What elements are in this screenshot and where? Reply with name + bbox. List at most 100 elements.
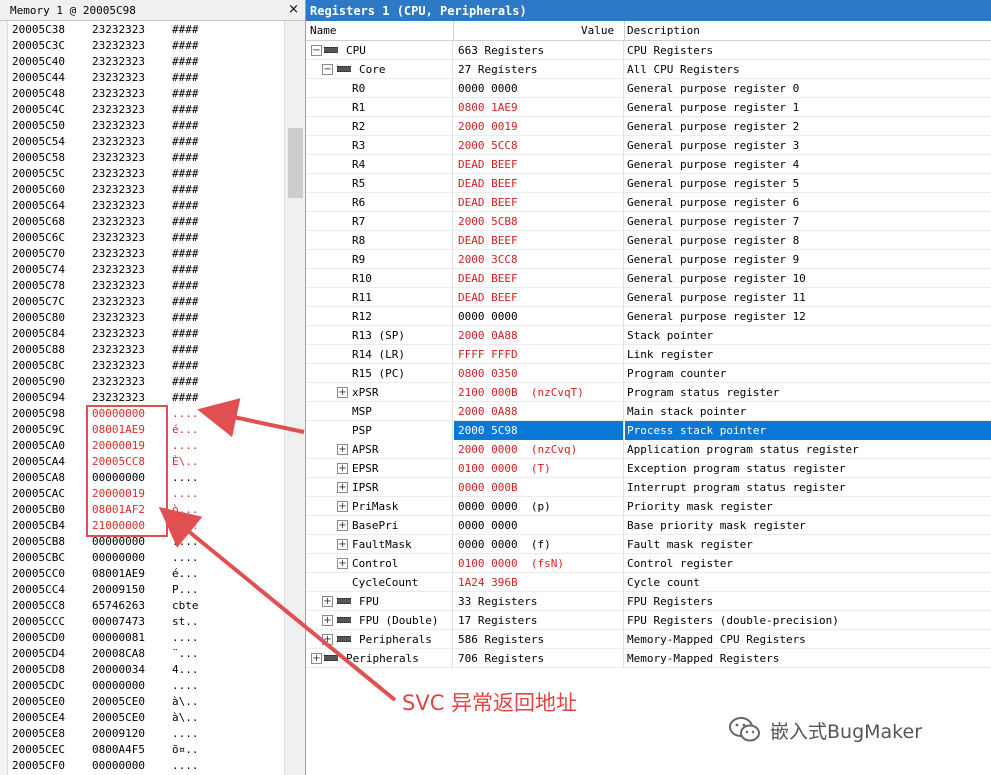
- register-value[interactable]: 0000 000B: [454, 478, 624, 497]
- register-value[interactable]: 0800 0350: [454, 364, 624, 383]
- register-value[interactable]: 1A24 396B: [454, 573, 624, 592]
- memory-row[interactable]: 20005CEC 0800A4F5 õ¤..: [8, 742, 284, 758]
- memory-value[interactable]: 23232323: [92, 70, 145, 86]
- register-value[interactable]: 2000 0A88: [454, 402, 624, 421]
- memory-row[interactable]: 20005C70 23232323 ####: [8, 246, 284, 262]
- memory-row[interactable]: 20005C68 23232323 ####: [8, 214, 284, 230]
- memory-row[interactable]: 20005C8C 23232323 ####: [8, 358, 284, 374]
- close-icon[interactable]: ×: [288, 2, 299, 18]
- memory-row[interactable]: 20005C3C 23232323 ####: [8, 38, 284, 54]
- register-row[interactable]: − CPU 663 Registers CPU Registers: [306, 41, 991, 60]
- memory-row[interactable]: 20005CC8 65746263 cbte: [8, 598, 284, 614]
- expand-icon[interactable]: +: [337, 539, 348, 550]
- memory-row[interactable]: 20005C5C 23232323 ####: [8, 166, 284, 182]
- register-value[interactable]: 2000 0019: [454, 117, 624, 136]
- register-value[interactable]: DEAD BEEF: [454, 155, 624, 174]
- memory-row[interactable]: 20005C6C 23232323 ####: [8, 230, 284, 246]
- expand-icon[interactable]: +: [337, 444, 348, 455]
- memory-row[interactable]: 20005C94 23232323 ####: [8, 390, 284, 406]
- memory-value[interactable]: 08001AE9: [92, 566, 145, 582]
- register-row[interactable]: R15 (PC) 0800 0350 Program counter: [306, 364, 991, 383]
- register-value[interactable]: 17 Registers: [454, 611, 624, 630]
- register-value[interactable]: 0100 0000 (T): [454, 459, 624, 478]
- memory-value[interactable]: 23232323: [92, 86, 145, 102]
- memory-row[interactable]: 20005C58 23232323 ####: [8, 150, 284, 166]
- memory-row[interactable]: 20005C60 23232323 ####: [8, 182, 284, 198]
- memory-value[interactable]: 23232323: [92, 310, 145, 326]
- memory-row[interactable]: 20005CF0 00000000....: [8, 758, 284, 774]
- register-value[interactable]: 2000 0A88: [454, 326, 624, 345]
- register-row[interactable]: + EPSR 0100 0000 (T) Exception program stat…: [306, 459, 991, 478]
- expand-icon[interactable]: +: [322, 596, 333, 607]
- memory-row[interactable]: 20005CBC 00000000....: [8, 550, 284, 566]
- column-header-name[interactable]: Name: [310, 21, 337, 41]
- memory-row[interactable]: 20005C48 23232323 ####: [8, 86, 284, 102]
- column-header-value[interactable]: Value: [581, 21, 614, 41]
- register-value[interactable]: 2000 0000 (nzCvq): [454, 440, 624, 459]
- register-row[interactable]: + FPU (Double) 17 Registers FPU Registers (…: [306, 611, 991, 630]
- memory-row[interactable]: 20005C64 23232323 ####: [8, 198, 284, 214]
- memory-row[interactable]: 20005C7C 23232323 ####: [8, 294, 284, 310]
- collapse-icon[interactable]: −: [311, 45, 322, 56]
- memory-value[interactable]: 23232323: [92, 326, 145, 342]
- column-divider[interactable]: [453, 21, 454, 41]
- memory-value[interactable]: 00000000: [92, 678, 145, 694]
- register-row[interactable]: R10 DEAD BEEF General purpose register 10: [306, 269, 991, 288]
- register-row[interactable]: MSP 2000 0A88 Main stack pointer: [306, 402, 991, 421]
- register-row[interactable]: + Peripherals 586 Registers Memory-Mapped C…: [306, 630, 991, 649]
- memory-row[interactable]: 20005CE0 20005CE0 à\..: [8, 694, 284, 710]
- register-row[interactable]: R5 DEAD BEEF General purpose register 5: [306, 174, 991, 193]
- register-value[interactable]: FFFF FFFD: [454, 345, 624, 364]
- memory-value[interactable]: 23232323: [92, 38, 145, 54]
- register-row[interactable]: R3 2000 5CC8 General purpose register 3: [306, 136, 991, 155]
- memory-value[interactable]: 00000000: [92, 550, 145, 566]
- expand-icon[interactable]: +: [337, 501, 348, 512]
- memory-row[interactable]: 20005C4C 23232323 ####: [8, 102, 284, 118]
- memory-value[interactable]: 23232323: [92, 390, 145, 406]
- register-row[interactable]: + xPSR 2100 000B (nzCvqT) Program status re…: [306, 383, 991, 402]
- memory-row[interactable]: 20005CC0 08001AE9 é...: [8, 566, 284, 582]
- memory-row[interactable]: 20005C90 23232323 ####: [8, 374, 284, 390]
- memory-value[interactable]: 23232323: [92, 374, 145, 390]
- register-row[interactable]: + FaultMask 0000 0000 (f) Fault mask regist…: [306, 535, 991, 554]
- register-row[interactable]: R13 (SP) 2000 0A88 Stack pointer: [306, 326, 991, 345]
- memory-row[interactable]: 20005CD4 20008CA8 ¨...: [8, 646, 284, 662]
- memory-row[interactable]: 20005C84 23232323 ####: [8, 326, 284, 342]
- expand-icon[interactable]: +: [322, 634, 333, 645]
- register-value[interactable]: 0100 0000 (fsN): [454, 554, 624, 573]
- register-row[interactable]: + IPSR 0000 000B Interrupt program status r…: [306, 478, 991, 497]
- register-row[interactable]: + PriMask 0000 0000 (p) Priority mask regis…: [306, 497, 991, 516]
- memory-value[interactable]: 23232323: [92, 182, 145, 198]
- register-row[interactable]: PSP 2000 5C98 Process stack pointer: [306, 421, 991, 440]
- memory-value[interactable]: 23232323: [92, 166, 145, 182]
- expand-icon[interactable]: +: [337, 387, 348, 398]
- memory-row[interactable]: 20005C44 23232323 ####: [8, 70, 284, 86]
- memory-row[interactable]: 20005CDC 00000000....: [8, 678, 284, 694]
- expand-icon[interactable]: +: [337, 558, 348, 569]
- register-value[interactable]: 2000 5CB8: [454, 212, 624, 231]
- memory-value[interactable]: 00007473: [92, 614, 145, 630]
- register-row[interactable]: R4 DEAD BEEF General purpose register 4: [306, 155, 991, 174]
- memory-value[interactable]: 20008CA8: [92, 646, 145, 662]
- memory-value[interactable]: 23232323: [92, 358, 145, 374]
- collapse-icon[interactable]: −: [322, 64, 333, 75]
- register-row[interactable]: + APSR 2000 0000 (nzCvq) Application progra…: [306, 440, 991, 459]
- register-row[interactable]: CycleCount 1A24 396B Cycle count: [306, 573, 991, 592]
- memory-value[interactable]: 23232323: [92, 102, 145, 118]
- register-row[interactable]: R2 2000 0019 General purpose register 2: [306, 117, 991, 136]
- memory-value[interactable]: 20000034: [92, 662, 145, 678]
- memory-scrollbar-thumb[interactable]: [288, 128, 303, 198]
- register-row[interactable]: + FPU 33 Registers FPU Registers: [306, 592, 991, 611]
- memory-row[interactable]: 20005C88 23232323 ####: [8, 342, 284, 358]
- expand-icon[interactable]: +: [337, 463, 348, 474]
- memory-row[interactable]: 20005C80 23232323 ####: [8, 310, 284, 326]
- register-value[interactable]: 586 Registers: [454, 630, 624, 649]
- memory-row[interactable]: 20005CD0 00000081....: [8, 630, 284, 646]
- register-row[interactable]: R11 DEAD BEEF General purpose register 11: [306, 288, 991, 307]
- memory-value[interactable]: 20009120: [92, 726, 145, 742]
- register-value[interactable]: 33 Registers: [454, 592, 624, 611]
- expand-icon[interactable]: +: [337, 520, 348, 531]
- memory-row[interactable]: 20005C54 23232323 ####: [8, 134, 284, 150]
- register-value[interactable]: DEAD BEEF: [454, 193, 624, 212]
- memory-row[interactable]: 20005C38 23232323 ####: [8, 22, 284, 38]
